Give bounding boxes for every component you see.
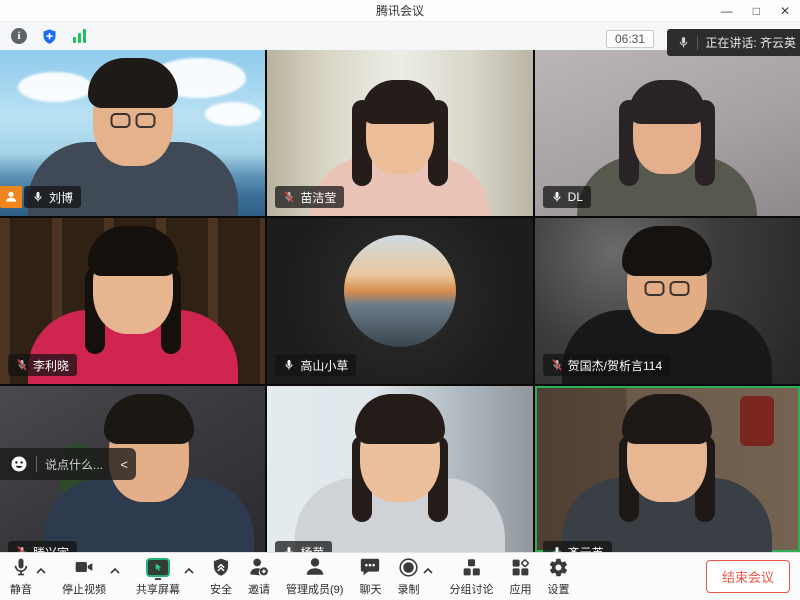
participant-name: 李利晓 <box>33 357 69 374</box>
invite-button[interactable]: 邀请 <box>248 556 270 597</box>
mic-on-icon <box>551 191 563 203</box>
record-options-caret[interactable] <box>423 562 433 591</box>
mic-muted-icon <box>551 359 563 371</box>
window-title: 腾讯会议 <box>376 2 424 19</box>
avatar <box>344 235 456 347</box>
security-shield-icon[interactable] <box>40 27 58 45</box>
mute-button[interactable]: 静音 <box>10 556 32 597</box>
participant-name: 滕兴宇 <box>33 544 69 553</box>
participant-nameline: 李利晓 <box>8 354 77 376</box>
active-speaker-label: 正在讲话: 齐云英 <box>705 34 796 51</box>
active-speaker-banner: 正在讲话: 齐云英 <box>667 29 800 56</box>
chat-bubble-icon <box>359 556 381 578</box>
video-grid: 刘博 苗洁莹 <box>0 50 800 552</box>
participant-nameline: 刘博 <box>0 186 81 208</box>
security-button[interactable]: 安全 <box>210 556 232 597</box>
security-icon <box>211 556 231 578</box>
gear-icon <box>548 556 569 578</box>
minimize-button[interactable]: — <box>721 5 733 17</box>
manage-members-button[interactable]: 管理成员(9) <box>286 556 343 597</box>
mic-on-icon <box>32 191 44 203</box>
video-tile-qiyunying[interactable]: 齐云英 <box>535 386 800 552</box>
camera-icon <box>73 556 95 578</box>
participant-name: 贺国杰/贺析言114 <box>568 357 662 374</box>
participant-nameline: 杨苹 <box>275 541 332 552</box>
quick-chat-bar[interactable]: 说点什么... < <box>0 448 136 480</box>
quick-chat-placeholder[interactable]: 说点什么... <box>45 456 110 473</box>
breakout-blocks-icon <box>461 556 482 578</box>
mic-muted-icon <box>16 359 28 371</box>
video-tile-liubo[interactable]: 刘博 <box>0 50 265 216</box>
video-tile-yangping[interactable]: 杨苹 <box>267 386 532 552</box>
share-screen-button[interactable]: 共享屏幕 <box>136 556 180 597</box>
network-signal-icon[interactable] <box>70 27 88 45</box>
participant-name: 高山小草 <box>300 357 348 374</box>
stop-video-button[interactable]: 停止视频 <box>62 556 106 597</box>
video-tile-heguojie[interactable]: 贺国杰/贺析言114 <box>535 218 800 384</box>
participant-figure <box>290 386 510 552</box>
host-badge-icon <box>0 186 22 208</box>
participant-name: 杨苹 <box>300 544 324 553</box>
participant-nameline: 高山小草 <box>275 354 356 376</box>
mic-icon <box>11 556 31 578</box>
video-tile-self[interactable]: 说点什么... < 滕兴宇 <box>0 386 265 552</box>
invite-person-icon <box>248 556 270 578</box>
apps-button[interactable]: 应用 <box>509 556 531 597</box>
breakout-rooms-button[interactable]: 分组讨论 <box>449 556 493 597</box>
record-icon <box>398 556 419 578</box>
meeting-timer: 06:31 <box>606 30 654 48</box>
close-button[interactable]: ✕ <box>780 5 790 17</box>
share-options-caret[interactable] <box>184 562 194 591</box>
participant-name: 苗洁莹 <box>300 189 336 206</box>
video-tile-lilixiao[interactable]: 李利晓 <box>0 218 265 384</box>
title-bar: 腾讯会议 — □ ✕ <box>0 0 800 22</box>
video-tile-gaoshanxiaocao[interactable]: 高山小草 <box>267 218 532 384</box>
meeting-info-icon[interactable]: i <box>10 27 28 45</box>
participant-nameline: 贺国杰/贺析言114 <box>543 354 670 376</box>
participant-nameline: 滕兴宇 <box>8 541 77 552</box>
mic-on-icon <box>283 359 295 371</box>
participant-figure <box>557 386 777 552</box>
settings-button[interactable]: 设置 <box>547 556 569 597</box>
participant-name: 刘博 <box>49 189 73 206</box>
meeting-window: 腾讯会议 — □ ✕ i 06:31 正在讲话: 齐云英 <box>0 0 800 600</box>
speaker-mic-icon <box>677 36 690 49</box>
video-options-caret[interactable] <box>110 562 120 591</box>
mute-options-caret[interactable] <box>36 562 46 591</box>
video-tile-dl[interactable]: DL <box>535 50 800 216</box>
end-meeting-button[interactable]: 结束会议 <box>706 560 790 593</box>
participant-nameline: 苗洁莹 <box>275 186 344 208</box>
share-screen-icon <box>146 556 170 578</box>
participant-nameline: DL <box>543 186 591 208</box>
emoji-smiley-icon[interactable] <box>10 455 28 473</box>
record-button[interactable]: 录制 <box>397 556 419 597</box>
mic-muted-icon <box>283 191 295 203</box>
meeting-toolbar: 静音 停止视频 <box>0 552 800 600</box>
participant-name: 齐云英 <box>568 544 604 553</box>
participant-nameline: 齐云英 <box>543 541 612 552</box>
window-controls: — □ ✕ <box>721 0 790 22</box>
members-icon <box>304 556 326 578</box>
chat-collapse-arrow[interactable]: < <box>118 457 130 472</box>
maximize-button[interactable]: □ <box>753 5 760 17</box>
video-tile-miaojieying[interactable]: 苗洁莹 <box>267 50 532 216</box>
participant-name: DL <box>568 190 583 204</box>
apps-grid-icon <box>510 556 531 578</box>
chat-button[interactable]: 聊天 <box>359 556 381 597</box>
